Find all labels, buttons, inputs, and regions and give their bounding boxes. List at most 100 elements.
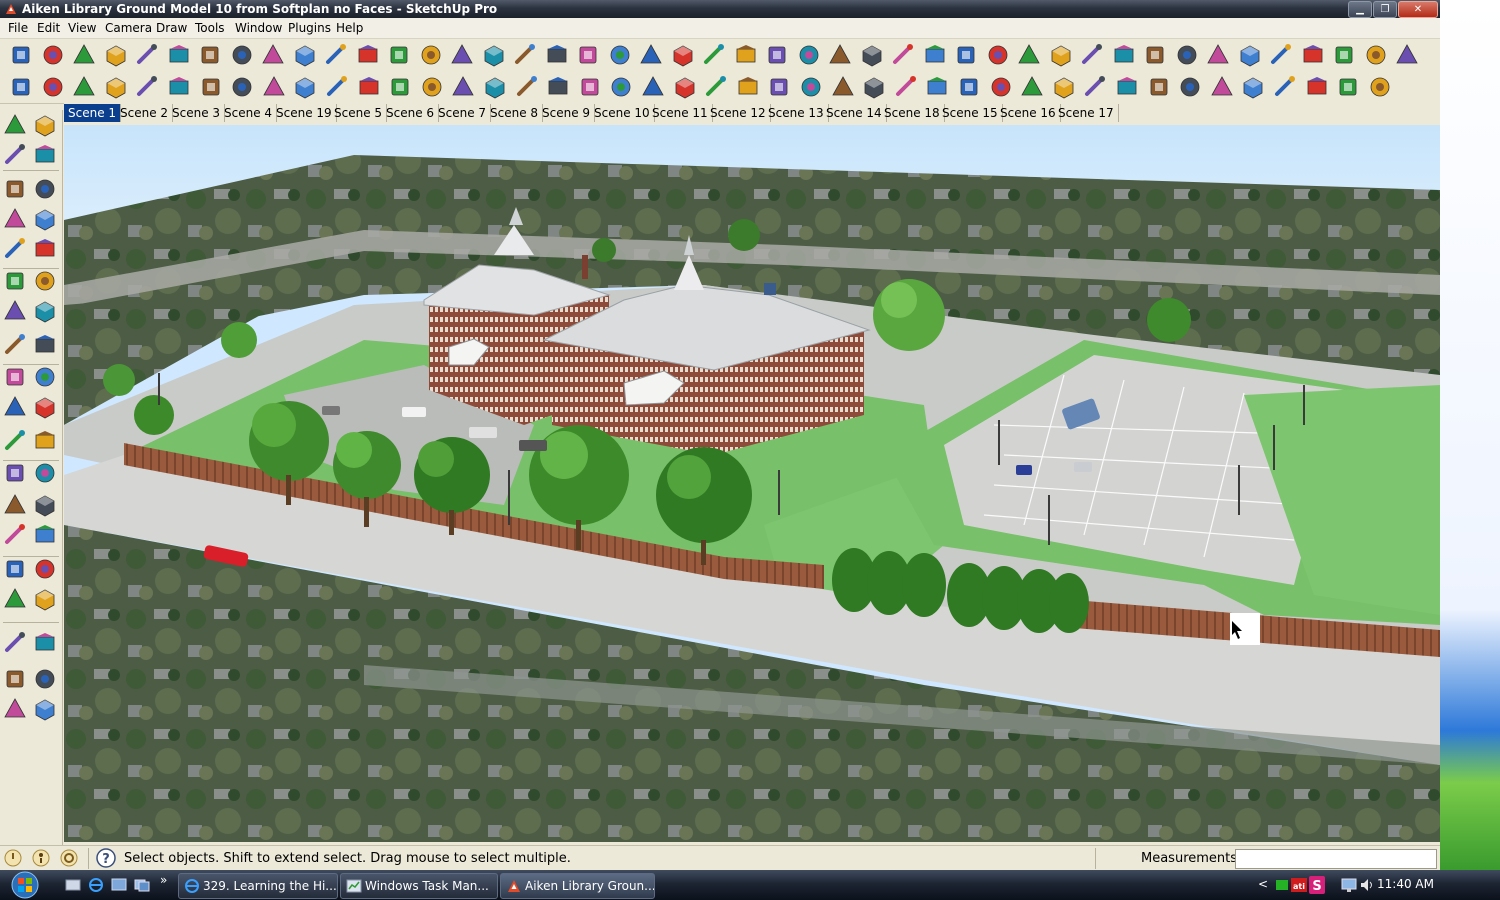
layer-f-icon[interactable] — [1335, 74, 1361, 100]
wall-icon[interactable] — [607, 42, 633, 68]
wireframe-icon[interactable] — [859, 42, 885, 68]
previous-view-tool-icon[interactable] — [2, 522, 28, 548]
fog-icon[interactable] — [134, 74, 160, 100]
menu-plugins[interactable]: Plugins — [288, 21, 331, 35]
menu-tools[interactable]: Tools — [195, 21, 225, 35]
line-tool-icon[interactable] — [32, 176, 58, 202]
cancel-icon[interactable] — [1051, 74, 1077, 100]
materials-icon[interactable] — [324, 74, 350, 100]
colors1-icon[interactable] — [893, 74, 919, 100]
select-tool-icon[interactable] — [2, 112, 28, 138]
grid-icon[interactable] — [1082, 74, 1108, 100]
section-icon[interactable] — [481, 42, 507, 68]
display-icon[interactable] — [1341, 877, 1357, 893]
login-icon[interactable] — [60, 849, 78, 867]
quick-launch-window-icon[interactable] — [111, 877, 127, 893]
text-tool-icon[interactable] — [32, 394, 58, 420]
scene-tab[interactable]: Scene 4 — [220, 104, 278, 122]
section-plane-tool-icon[interactable] — [32, 586, 58, 612]
push-pull-tool-icon[interactable] — [32, 268, 58, 294]
measurements-input[interactable] — [1235, 849, 1437, 869]
extrude-icon[interactable] — [1363, 42, 1389, 68]
plane-icon[interactable] — [1300, 42, 1326, 68]
layer-e-icon[interactable] — [1304, 74, 1330, 100]
spiral-icon[interactable] — [608, 74, 634, 100]
ut-icon[interactable] — [292, 74, 318, 100]
scene-tab[interactable]: Scene 3 — [168, 104, 226, 122]
eraser-tool-icon[interactable] — [32, 142, 58, 168]
menu-help[interactable]: Help — [336, 21, 363, 35]
offset-tool-icon[interactable] — [32, 332, 58, 358]
move-tool-icon[interactable] — [2, 268, 28, 294]
tape-measure-tool-icon[interactable] — [2, 364, 28, 390]
green-cube-icon[interactable] — [577, 74, 603, 100]
credits-icon[interactable] — [32, 849, 50, 867]
film1-icon[interactable] — [703, 74, 729, 100]
walk-icon[interactable] — [1048, 42, 1074, 68]
sun-icon[interactable] — [40, 74, 66, 100]
paint-icon[interactable] — [386, 42, 412, 68]
scene-tab[interactable]: Scene 7 — [434, 104, 492, 122]
rotate-tool-icon[interactable] — [419, 74, 445, 100]
menu-draw[interactable]: Draw — [156, 21, 187, 35]
layer-c-icon[interactable] — [1240, 74, 1266, 100]
internet-explorer-icon[interactable] — [88, 877, 104, 893]
film4-icon[interactable] — [798, 74, 824, 100]
layer-2-tool-icon[interactable] — [32, 630, 58, 656]
window-shape-icon[interactable] — [575, 42, 601, 68]
task-windows-task-manager[interactable]: Windows Task Man... — [340, 873, 498, 899]
tray-expand-arrow[interactable]: < — [1258, 877, 1268, 891]
settings-icon[interactable] — [166, 74, 192, 100]
menu-file[interactable]: File — [8, 21, 28, 35]
iso-view-icon[interactable] — [638, 42, 664, 68]
scene-tab[interactable]: Scene 9 — [538, 104, 596, 122]
scene-tab[interactable]: Scene 5 — [330, 104, 388, 122]
undo-icon[interactable] — [229, 42, 255, 68]
yellow-cone-icon[interactable] — [861, 74, 887, 100]
cut-icon[interactable] — [103, 42, 129, 68]
volume-icon[interactable] — [1359, 877, 1375, 893]
filter-icon[interactable] — [1114, 74, 1140, 100]
start-button[interactable] — [6, 871, 44, 899]
next-view-tool-icon[interactable] — [32, 522, 58, 548]
top-view-icon[interactable] — [670, 42, 696, 68]
scene-tab[interactable]: Scene 17 — [1054, 104, 1119, 122]
layer-b-icon[interactable] — [1209, 74, 1235, 100]
play-blue-icon[interactable] — [956, 74, 982, 100]
scene-tab[interactable]: Scene 1 — [64, 104, 122, 122]
sphere-dark-icon[interactable] — [545, 74, 571, 100]
follow-me-tool-icon[interactable] — [32, 298, 58, 324]
model-viewport[interactable] — [64, 125, 1440, 842]
redo-icon[interactable] — [260, 42, 286, 68]
switch-windows-icon[interactable] — [134, 877, 150, 893]
back-view-icon[interactable] — [764, 42, 790, 68]
polygon-tool-icon[interactable] — [2, 236, 28, 262]
scene-tab[interactable]: Scene 10 — [590, 104, 655, 122]
dimension-tool-icon[interactable] — [32, 364, 58, 390]
paste-icon[interactable] — [166, 42, 192, 68]
scene-tab[interactable]: Scene 6 — [382, 104, 440, 122]
scene-tab[interactable]: Scene 12 — [706, 104, 771, 122]
layer-d-icon[interactable] — [1272, 74, 1298, 100]
right-view-icon[interactable] — [733, 42, 759, 68]
scene-tab[interactable]: Scene 16 — [996, 104, 1061, 122]
textured-icon[interactable] — [953, 42, 979, 68]
show-desktop-icon[interactable] — [65, 877, 81, 893]
x-ray-icon[interactable] — [827, 42, 853, 68]
stop-blue-icon[interactable] — [988, 74, 1014, 100]
paint-bucket-tool-icon[interactable] — [2, 142, 28, 168]
refresh-icon[interactable] — [482, 74, 508, 100]
freehand-tool-icon[interactable] — [32, 236, 58, 262]
scene-tab[interactable]: Scene 8 — [486, 104, 544, 122]
rotate-tool-icon[interactable] — [2, 298, 28, 324]
3d-text-tool-icon[interactable] — [32, 428, 58, 454]
front-view-icon[interactable] — [701, 42, 727, 68]
cone-icon[interactable] — [1237, 42, 1263, 68]
shadow-icon[interactable] — [103, 74, 129, 100]
pin-icon[interactable] — [640, 74, 666, 100]
push-icon[interactable] — [1394, 42, 1420, 68]
line-tool-icon[interactable] — [387, 74, 413, 100]
hidden-line-icon[interactable] — [890, 42, 916, 68]
axes-tool-icon[interactable] — [2, 428, 28, 454]
film2-icon[interactable] — [735, 74, 761, 100]
